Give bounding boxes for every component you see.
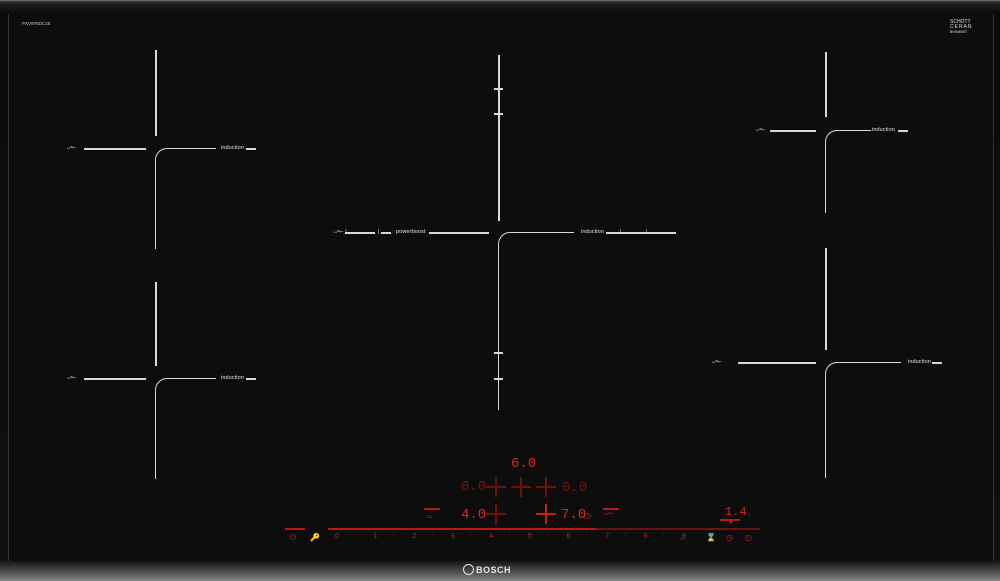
- display-left-value: 0.0: [461, 479, 487, 495]
- wipe-protect-icon[interactable]: ⌂: [680, 533, 685, 542]
- zone-timer-icon[interactable]: ◷: [584, 511, 591, 520]
- timer-icon[interactable]: ◷: [726, 533, 733, 542]
- power-level-3[interactable]: 3: [451, 533, 455, 540]
- zone-b-plus[interactable]: [536, 504, 556, 524]
- power-level-0[interactable]: 0: [335, 533, 339, 540]
- power-icon[interactable]: ⏻: [290, 533, 296, 543]
- power-level-2[interactable]: 2: [412, 533, 416, 540]
- zone-center-left-label: powerboost: [396, 229, 426, 235]
- display-zone-a-value: 4.0: [461, 507, 487, 523]
- power-level-tick: ': [431, 533, 433, 540]
- power-level-tick: ': [508, 533, 511, 540]
- glass-brand-line3: BHXM00IT: [950, 30, 968, 34]
- flex-plus-3[interactable]: [536, 477, 556, 497]
- child-lock-icon[interactable]: 🔑: [310, 533, 320, 542]
- power-level-tick: ': [663, 533, 665, 540]
- display-zone-b-value: 7.0: [561, 507, 587, 523]
- zone-top-left-label: induction: [221, 145, 244, 151]
- flex-plus-1[interactable]: [486, 477, 506, 497]
- power-level-7[interactable]: 7: [605, 533, 609, 540]
- zone-a-plus[interactable]: [486, 504, 506, 524]
- power-level-5[interactable]: 5: [528, 533, 532, 540]
- brand-name: BOSCH: [476, 565, 512, 575]
- power-level-tick: ': [624, 533, 626, 540]
- power-slider-track-right: [596, 528, 760, 530]
- display-top-value: 6.0: [511, 456, 537, 472]
- power-level-tick: ': [354, 533, 356, 540]
- power-level-tick: ': [585, 533, 588, 540]
- power-level-4[interactable]: 4: [489, 533, 493, 540]
- zone-bottom-right-label: induction: [908, 359, 931, 365]
- zone-bottom-left-label: induction: [221, 375, 244, 381]
- power-level-tick: ': [470, 533, 472, 540]
- pan-detect-icon[interactable]: ᴗ≈⌐: [604, 511, 614, 517]
- zone-center-right-label: induction: [581, 229, 604, 235]
- zone-top-right-label: induction: [872, 127, 895, 133]
- cooktop: PXV975DC1E SCHOTT CERAN BHXM00IT ᴗ≈⌐ ind…: [0, 0, 1000, 581]
- flex-icon[interactable]: ⌛: [706, 533, 716, 542]
- power-slider-track[interactable]: [328, 528, 596, 530]
- model-number: PXV975DC1E: [22, 21, 51, 26]
- power-level-1[interactable]: 1: [374, 533, 378, 540]
- power-level-6[interactable]: 6: [567, 533, 571, 540]
- power-level-tick: ': [392, 533, 395, 540]
- bosch-logo-icon: [463, 564, 474, 575]
- glass-brand: SCHOTT CERAN BHXM00IT: [950, 20, 973, 35]
- display-right-value: 0.0: [562, 480, 588, 496]
- clock-icon[interactable]: ◴: [745, 533, 752, 542]
- power-level-tick: ': [547, 533, 549, 540]
- power-level-8[interactable]: 8: [644, 533, 648, 540]
- keep-warm-icon[interactable]: ⌓: [426, 511, 432, 521]
- power-slider-track-left: [285, 528, 305, 530]
- flex-plus-2[interactable]: [511, 477, 531, 497]
- display-timer-value: 1.4: [725, 505, 747, 519]
